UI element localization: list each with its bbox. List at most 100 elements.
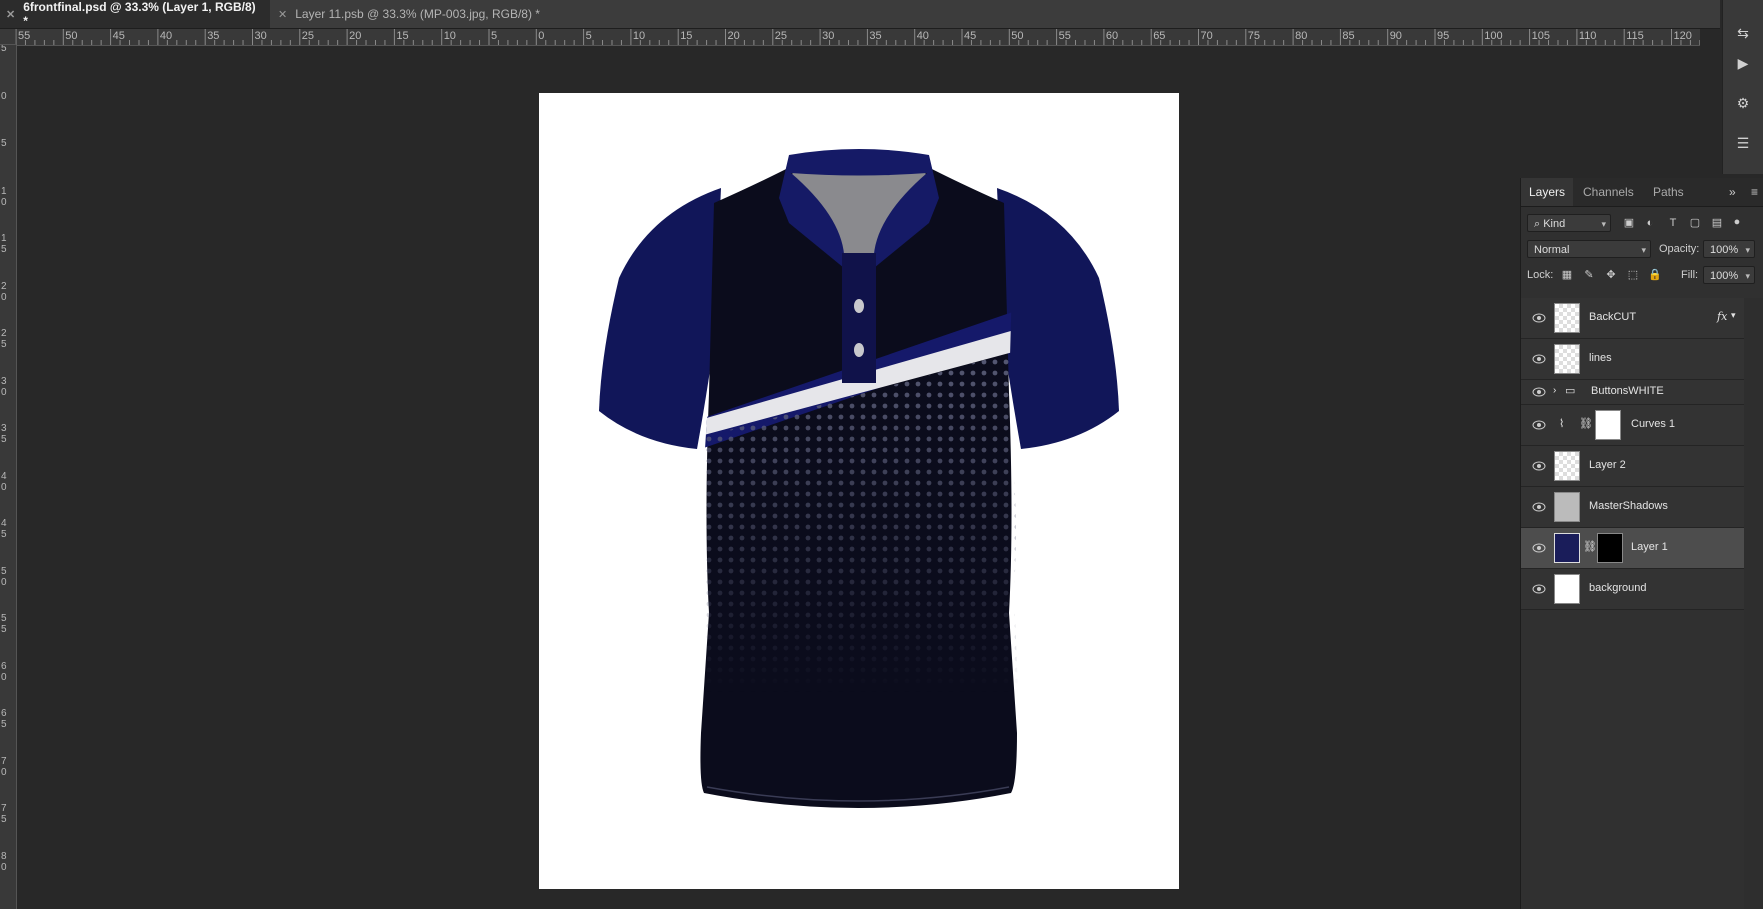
image-filter-icon[interactable]: ▣	[1621, 215, 1637, 231]
filter-kind-label: Kind	[1543, 218, 1566, 230]
layer-name: ButtonsWHITE	[1591, 385, 1664, 397]
ruler-label: 35	[1, 423, 7, 445]
layer-list-scrollbar[interactable]	[1744, 298, 1763, 909]
ruler-label: 75	[1247, 30, 1261, 42]
close-icon[interactable]: ✕	[6, 8, 15, 21]
eye-icon[interactable]	[1531, 417, 1547, 433]
ruler-label: 45	[1, 518, 7, 540]
eye-icon[interactable]	[1531, 499, 1547, 515]
close-icon[interactable]: ✕	[278, 8, 287, 21]
layer-row-curves[interactable]: ⌇ ⛓ Curves 1	[1521, 405, 1744, 446]
left-sleeve	[599, 188, 721, 449]
tab-label: Layer 11.psb @ 33.3% (MP-003.jpg, RGB/8)…	[295, 7, 540, 21]
collapse-icon[interactable]: »	[1721, 178, 1744, 206]
ruler-label: 25	[301, 30, 315, 42]
button-top	[854, 299, 864, 313]
layer-name: MasterShadows	[1589, 500, 1668, 512]
ruler-label: 65	[1153, 30, 1166, 42]
properties-icon[interactable]: ⚙	[1731, 92, 1755, 114]
document-canvas[interactable]	[539, 93, 1179, 889]
filter-kind-select[interactable]: ⌕ Kind ▾	[1527, 214, 1611, 232]
smart-object-filter-icon[interactable]: ▤	[1709, 215, 1725, 231]
lock-brush-icon[interactable]: ✎	[1581, 267, 1597, 283]
layer-row-layer2[interactable]: Layer 2	[1521, 446, 1744, 487]
eye-icon[interactable]	[1531, 458, 1547, 474]
fill-value: 100%	[1710, 270, 1739, 282]
ruler-label: 80	[1295, 30, 1308, 42]
layer-row-mastershadows[interactable]: MasterShadows	[1521, 487, 1744, 528]
layer-row-background[interactable]: background	[1521, 569, 1744, 610]
ruler-label: 65	[1, 708, 7, 730]
fill-label: Fill:	[1681, 269, 1699, 281]
mask-thumbnail[interactable]	[1595, 410, 1621, 440]
ruler-label: 25	[1, 328, 7, 350]
fill-input[interactable]: 100% ▾	[1703, 266, 1755, 284]
history-icon[interactable]: ⇆	[1731, 22, 1755, 44]
ruler-label: 20	[1, 280, 7, 303]
filter-row: ⌕ Kind ▾ ▣ ◐ T ▢ ▤ ●	[1521, 214, 1763, 234]
button-bottom	[854, 343, 864, 357]
play-icon[interactable]: ▶	[1731, 52, 1755, 74]
lock-move-icon[interactable]: ✥	[1603, 267, 1619, 283]
ruler-label: 50	[1011, 30, 1024, 42]
ruler-label: 85	[1342, 30, 1355, 42]
chevron-right-icon[interactable]: ›	[1553, 385, 1556, 396]
panel-menu-icon[interactable]: ≡	[1743, 178, 1763, 206]
lock-label: Lock:	[1527, 269, 1554, 281]
eye-icon[interactable]	[1531, 351, 1547, 367]
layer-row-lines[interactable]: lines	[1521, 339, 1744, 380]
ruler-label: 60	[1105, 30, 1119, 42]
ruler-corner	[0, 29, 16, 45]
type-filter-icon[interactable]: T	[1665, 215, 1681, 231]
vertical-ruler: 505101520253035404550556065707580	[0, 45, 17, 909]
ruler-label: 60	[1, 660, 7, 683]
layer-thumbnail	[1554, 451, 1580, 481]
lock-transparency-icon[interactable]: ▦	[1559, 267, 1575, 283]
eye-icon[interactable]	[1531, 310, 1547, 326]
ruler-label: 80	[1, 850, 7, 873]
tab-channels[interactable]: Channels	[1575, 178, 1642, 206]
mask-thumbnail[interactable]	[1597, 533, 1623, 563]
link-icon[interactable]: ⛓	[1579, 417, 1593, 430]
blend-mode-select[interactable]: Normal ▾	[1527, 240, 1651, 258]
layer-thumbnail	[1554, 533, 1580, 563]
opacity-value: 100%	[1710, 244, 1739, 256]
tab-label: 6frontfinal.psd @ 33.3% (Layer 1, RGB/8)…	[23, 0, 256, 28]
chevron-down-icon: ▾	[1745, 245, 1750, 255]
layer-row-backcut[interactable]: BackCUT fx ▾	[1521, 298, 1744, 339]
ruler-label: 5	[1, 138, 7, 149]
chevron-down-icon: ▾	[1745, 271, 1750, 281]
lock-all-icon[interactable]: 🔒	[1647, 267, 1663, 283]
opacity-input[interactable]: 100% ▾	[1703, 240, 1755, 258]
layers-panel: Layers Channels Paths » ≡ ⌕ Kind ▾ ▣ ◐ T…	[1520, 178, 1763, 909]
adjustment-filter-icon[interactable]: ◐	[1642, 215, 1658, 231]
eye-icon[interactable]	[1531, 581, 1547, 597]
eye-icon[interactable]	[1531, 540, 1547, 556]
ruler-label: 120	[1673, 30, 1692, 42]
fx-badge[interactable]: fx	[1717, 310, 1727, 323]
layer-row-layer1[interactable]: ⛓ Layer 1	[1521, 528, 1744, 569]
stamp-icon[interactable]: ☰	[1731, 132, 1755, 154]
shape-filter-icon[interactable]: ▢	[1687, 215, 1703, 231]
ruler-label: 15	[1, 233, 7, 255]
ruler-label: 15	[396, 30, 409, 42]
tab-paths[interactable]: Paths	[1645, 178, 1692, 206]
ruler-label: 105	[1531, 30, 1550, 42]
ruler-label: 110	[1578, 30, 1597, 42]
tab-layers[interactable]: Layers	[1521, 178, 1574, 206]
panel-tabs: Layers Channels Paths » ≡	[1521, 178, 1763, 207]
ruler-label: 55	[1058, 30, 1071, 42]
lock-artboard-icon[interactable]: ⬚	[1625, 267, 1641, 283]
eye-icon[interactable]	[1531, 384, 1547, 400]
ruler-label: 20	[349, 30, 362, 42]
ruler-label: 55	[1, 613, 7, 635]
chevron-down-icon[interactable]: ▾	[1731, 310, 1736, 321]
lock-row: Lock: ▦ ✎ ✥ ⬚ 🔒 Fill: 100% ▾	[1521, 266, 1763, 286]
ruler-label: 70	[1200, 30, 1213, 42]
layer-name: Layer 2	[1589, 459, 1626, 471]
tab-layer-11[interactable]: ✕ Layer 11.psb @ 33.3% (MP-003.jpg, RGB/…	[272, 0, 562, 28]
tab-6frontfinal[interactable]: ✕ 6frontfinal.psd @ 33.3% (Layer 1, RGB/…	[0, 0, 270, 28]
filter-toggle-icon[interactable]: ●	[1729, 214, 1745, 230]
layer-row-buttonswhite[interactable]: › ▭ ButtonsWHITE	[1521, 380, 1744, 405]
link-icon[interactable]: ⛓	[1583, 540, 1597, 553]
